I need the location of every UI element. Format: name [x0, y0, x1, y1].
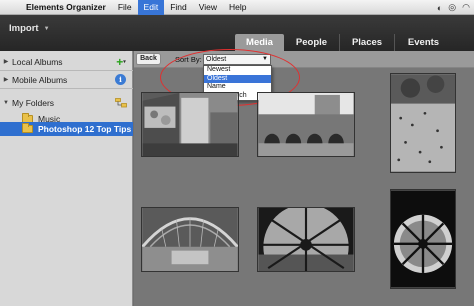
- tab-events[interactable]: Events: [395, 34, 452, 51]
- sidebar-item-label: Mobile Albums: [12, 74, 68, 85]
- app-menu[interactable]: Elements Organizer: [20, 0, 112, 15]
- sidebar-item-label: My Folders: [12, 98, 55, 108]
- disclosure-triangle-icon[interactable]: ▶: [0, 76, 12, 83]
- menubar-tray: ◐ ◎ ◠: [437, 0, 470, 15]
- back-button[interactable]: Back: [136, 53, 161, 65]
- import-button[interactable]: Import ▼: [9, 23, 50, 34]
- tab-media[interactable]: Media: [235, 34, 284, 51]
- menu-find[interactable]: Find: [164, 0, 193, 15]
- sidebar-item-label: Local Albums: [12, 56, 63, 67]
- menubar: Elements Organizer File Edit Find View H…: [0, 0, 474, 15]
- menu-help[interactable]: Help: [223, 0, 252, 15]
- folder-icon: [22, 123, 33, 133]
- chevron-down-icon: ▼: [43, 25, 50, 32]
- sidebar-item-label: Photoshop 12 Top Tips: [38, 124, 132, 134]
- view-tabs: Media People Places Events: [235, 34, 452, 51]
- sidebar-item-local-albums[interactable]: ▶ Local Albums +▾: [0, 53, 133, 71]
- plus-icon[interactable]: +▾: [115, 56, 127, 68]
- folder-tree-icon[interactable]: [115, 98, 127, 108]
- photo-thumbnail-graffiti-wall[interactable]: [141, 92, 239, 157]
- photo-thumbnail-courtyard-arches[interactable]: [257, 92, 355, 157]
- photo-thumbnail-clock-face-silhouette[interactable]: [390, 189, 456, 289]
- wifi-icon[interactable]: ◠: [462, 2, 470, 13]
- menu-file[interactable]: File: [112, 0, 138, 15]
- left-panel: ▶ Local Albums +▾ ▶ Mobile Albums i ▼ My…: [0, 51, 133, 306]
- tab-places[interactable]: Places: [340, 34, 394, 51]
- info-icon[interactable]: i: [115, 74, 126, 85]
- sidebar-item-photoshop-12-top-tips[interactable]: Photoshop 12 Top Tips: [0, 122, 133, 136]
- photo-thumbnail-station-hall-interior[interactable]: [141, 207, 239, 272]
- sidebar-item-mobile-albums[interactable]: ▶ Mobile Albums i: [0, 71, 133, 89]
- status-icon-1[interactable]: ◐: [437, 3, 442, 13]
- photo-thumbnail-clock-window-view[interactable]: [257, 207, 355, 272]
- disclosure-triangle-icon[interactable]: ▶: [0, 58, 12, 65]
- tab-people[interactable]: People: [284, 34, 339, 51]
- disclosure-triangle-icon[interactable]: ▼: [0, 100, 12, 106]
- menu-edit[interactable]: Edit: [137, 0, 165, 15]
- status-icon-2[interactable]: ◎: [448, 2, 456, 13]
- photo-thumbnail-square-crowd[interactable]: [390, 73, 456, 173]
- import-label: Import: [9, 23, 39, 34]
- menu-view[interactable]: View: [193, 0, 223, 15]
